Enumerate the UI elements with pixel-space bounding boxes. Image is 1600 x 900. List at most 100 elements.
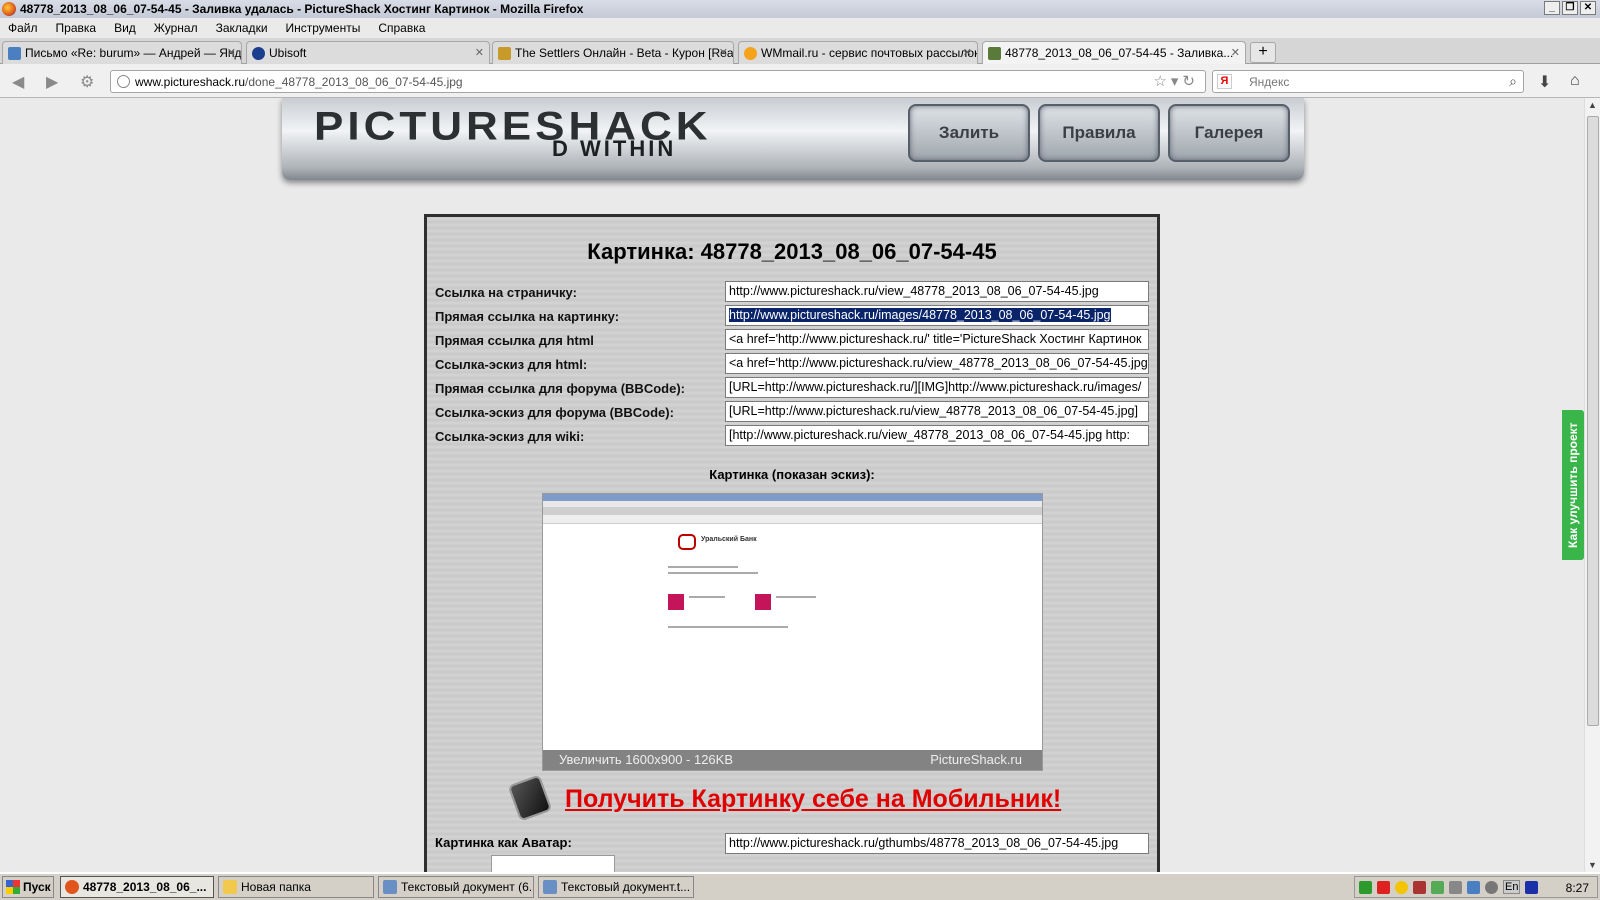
thumb-text-line [668,566,738,568]
tab-wmmail[interactable]: WMmail.ru - сервис почтовых рассылок... … [738,41,978,64]
menu-edit[interactable]: Правка [56,21,97,35]
field-label: Ссылка-эскиз для форума (BBCode): [435,405,674,420]
image-info-panel: Картинка: 48778_2013_08_06_07-54-45 Ссыл… [424,214,1160,872]
html-link-field[interactable]: <a href='http://www.pictureshack.ru/' ti… [725,329,1149,350]
forward-icon[interactable]: ▶ [46,72,58,92]
menu-tools[interactable]: Инструменты [286,21,361,35]
url-actions: ☆▾↻ [1153,72,1199,90]
thumb-tabbar [543,507,1042,515]
field-direct-link: Прямая ссылка на картинку: http://www.pi… [435,305,1151,327]
star-icon[interactable]: ☆ [1153,73,1170,90]
language-indicator[interactable]: En [1503,880,1521,894]
gallery-button[interactable]: Галерея [1168,104,1290,162]
field-label: Прямая ссылка для html [435,333,594,348]
vertical-scrollbar[interactable]: ▲ ▼ [1584,98,1600,872]
ubisoft-icon [252,47,265,60]
feedback-tab[interactable]: Как улучшить проект [1562,410,1584,560]
messenger-icon[interactable] [1395,881,1408,894]
media-icon[interactable] [1525,881,1538,894]
maximize-button[interactable]: ❐ [1562,1,1578,15]
scroll-up-icon[interactable]: ▲ [1588,100,1597,110]
tab-label: WMmail.ru - сервис почтовых рассылок... [761,46,978,60]
close-icon[interactable]: ✕ [227,46,236,59]
field-wiki-thumb: Ссылка-эскиз для wiki: [http://www.pictu… [435,425,1151,447]
close-icon[interactable]: ✕ [719,46,728,59]
thumb-text-line [776,596,816,598]
start-button[interactable]: Пуск [2,876,54,898]
menu-file[interactable]: Файл [8,21,38,35]
page-viewport: PICTURESHACK D WITHIN Залить Правила Гал… [0,98,1584,872]
window-title: 48778_2013_08_06_07-54-45 - Заливка удал… [20,2,584,16]
field-html-link: Прямая ссылка для html <a href='http://w… [435,329,1151,351]
search-icon[interactable]: ⌕ [1509,73,1517,90]
url-host: www.pictureshack.ru [135,75,246,89]
bbcode-link-field[interactable]: [URL=http://www.pictureshack.ru/][IMG]ht… [725,377,1149,398]
new-tab-button[interactable]: + [1250,42,1276,63]
menu-help[interactable]: Справка [378,21,425,35]
close-button[interactable]: ✕ [1580,1,1596,15]
volume-icon[interactable] [1485,881,1498,894]
upload-button[interactable]: Залить [908,104,1030,162]
notepad-icon [383,880,397,894]
thumb-text-line [668,572,758,574]
tab-pictureshack[interactable]: 48778_2013_08_06_07-54-45 - Заливка... ✕ [982,41,1246,64]
menu-bookmarks[interactable]: Закладки [216,21,268,35]
tab-label: Ubisoft [269,46,307,60]
window-titlebar: 48778_2013_08_06_07-54-45 - Заливка удал… [0,0,1600,18]
tools-icon[interactable]: ⚙ [80,72,94,92]
field-html-thumb: Ссылка-эскиз для html: <a href='http://w… [435,353,1151,375]
search-input[interactable]: Я Яндекс ⌕ [1212,70,1524,93]
nav-bar: ◀ ▶ ⚙ www.pictureshack.ru/done_48778_201… [0,64,1600,98]
wiki-thumb-field[interactable]: [http://www.pictureshack.ru/view_48778_2… [725,425,1149,446]
thumb-overlay: Увеличить 1600x900 - 126KB PictureShack.… [543,750,1042,770]
html-thumb-field[interactable]: <a href='http://www.pictureshack.ru/view… [725,353,1149,374]
page-link-field[interactable]: http://www.pictureshack.ru/view_48778_20… [725,281,1149,302]
download-icon[interactable]: ⬇ [1538,72,1551,92]
network-icon[interactable] [1413,881,1426,894]
scrollbar-thumb[interactable] [1587,116,1599,726]
update-icon[interactable] [1431,881,1444,894]
shield-icon[interactable] [1359,881,1372,894]
close-icon[interactable]: ✕ [1231,46,1240,59]
chevron-down-icon[interactable]: ▾ [1171,73,1183,90]
field-label: Ссылка на страничку: [435,285,577,300]
mobile-link[interactable]: Получить Картинку себе на Мобильник! [565,785,1061,814]
field-label: Ссылка-эскиз для html: [435,357,588,372]
folder-icon [223,880,237,894]
back-icon[interactable]: ◀ [12,72,24,92]
close-icon[interactable]: ✕ [475,46,484,59]
page-title: Картинка: 48778_2013_08_06_07-54-45 [587,239,997,264]
system-tray: En 8:27 [1354,876,1598,898]
taskbar-item-firefox[interactable]: 48778_2013_08_06_... [60,876,214,898]
selected-text: http://www.pictureshack.ru/images/48778_… [729,308,1111,322]
rules-button[interactable]: Правила [1038,104,1160,162]
taskbar-item-folder[interactable]: Новая папка [218,876,374,898]
bbcode-thumb-field[interactable]: [URL=http://www.pictureshack.ru/view_487… [725,401,1149,422]
close-icon[interactable]: ✕ [963,46,972,59]
display-icon[interactable] [1467,881,1480,894]
taskbar-item-notepad-2[interactable]: Текстовый документ.t... [538,876,694,898]
tab-mail[interactable]: Письмо «Re: burum» — Андрей — Янде... ✕ [2,41,242,64]
scroll-down-icon[interactable]: ▼ [1588,860,1597,870]
avatar-link-field[interactable]: http://www.pictureshack.ru/gthumbs/48778… [725,833,1149,854]
menu-history[interactable]: Журнал [154,21,198,35]
direct-link-field[interactable]: http://www.pictureshack.ru/images/48778_… [725,305,1149,326]
thumb-card-icon [755,594,771,610]
task-label: Новая папка [241,880,311,894]
antivirus-icon[interactable] [1377,881,1390,894]
tab-settlers[interactable]: The Settlers Онлайн - Beta - Курон [Rea.… [492,41,734,64]
tab-ubisoft[interactable]: Ubisoft ✕ [246,41,490,64]
home-icon[interactable]: ⌂ [1570,72,1580,90]
menu-view[interactable]: Вид [114,21,136,35]
minimize-button[interactable]: _ [1544,1,1560,15]
yandex-icon[interactable]: Я [1217,74,1232,89]
reload-icon[interactable]: ↻ [1182,73,1199,90]
enlarge-link[interactable]: Увеличить 1600x900 - 126KB [559,752,733,767]
url-bar[interactable]: www.pictureshack.ru/done_48778_2013_08_0… [110,70,1206,93]
globe-icon [117,75,130,88]
thumb-text-line [668,626,788,628]
image-thumbnail[interactable]: Уральский Банк Увеличить 1600x900 - 126K… [542,493,1043,771]
taskbar-item-notepad-1[interactable]: Текстовый документ (6... [378,876,534,898]
thumb-bank-name: Уральский Банк [701,536,757,543]
device-icon[interactable] [1449,881,1462,894]
